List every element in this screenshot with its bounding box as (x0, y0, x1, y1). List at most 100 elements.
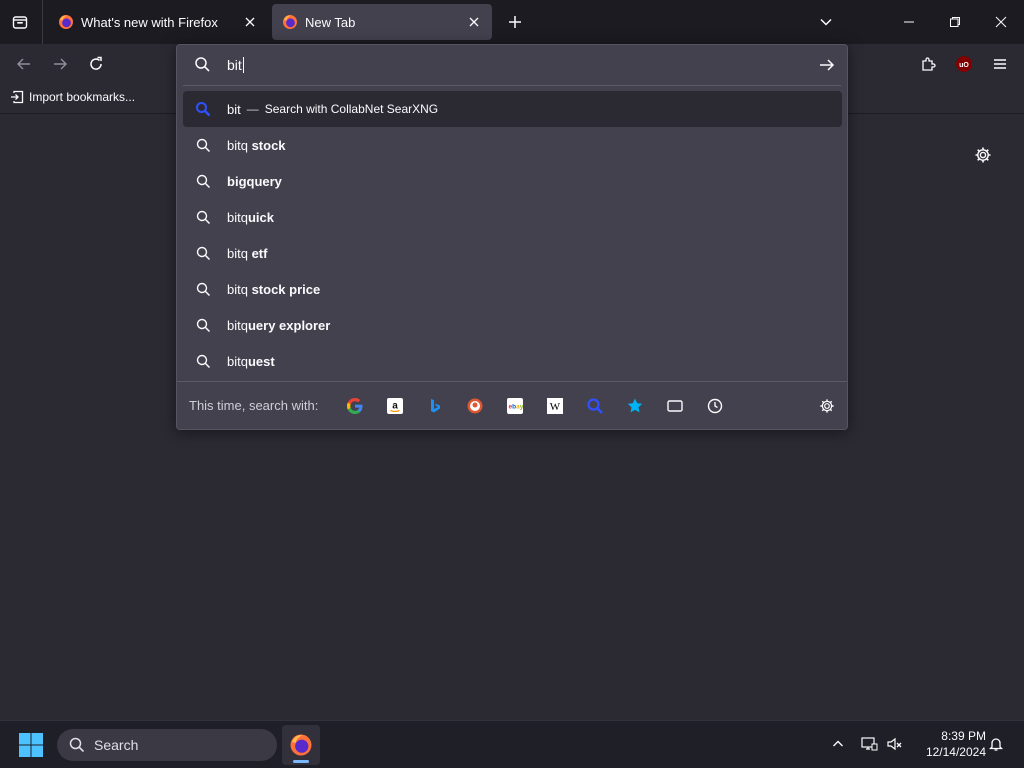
taskbar-search-box[interactable]: Search (57, 729, 277, 761)
ublock-origin-button[interactable]: uO (948, 48, 980, 80)
suggestion-item[interactable]: bitq uery explorer (183, 307, 842, 343)
suggestion-item[interactable]: bitq stock price (183, 271, 842, 307)
windows-logo-icon (19, 733, 43, 757)
taskbar-clock[interactable]: 8:39 PM 12/14/2024 (912, 728, 986, 760)
network-icon (861, 737, 878, 751)
suggestion-completion: gquery (238, 173, 282, 189)
result-typed-text: bit (227, 101, 241, 117)
puzzle-icon (922, 57, 936, 71)
bing-icon[interactable] (423, 394, 447, 418)
windows-taskbar: Search 8:39 PM 12/14/2024 (0, 720, 1024, 768)
taskbar-search-label: Search (94, 737, 139, 753)
suggestion-item[interactable]: bitq etf (183, 235, 842, 271)
suggestion-completion: uest (247, 353, 275, 369)
search-icon (195, 173, 211, 189)
hamburger-menu-icon (994, 59, 1006, 69)
history-icon[interactable] (703, 394, 727, 418)
divider (183, 85, 841, 86)
svg-text:uO: uO (959, 62, 969, 69)
search-icon (194, 56, 211, 78)
search-icon (69, 737, 85, 753)
tab-whats-new[interactable]: What's new with Firefox (48, 4, 268, 40)
import-icon (11, 90, 24, 104)
bell-icon (988, 738, 1004, 751)
duckduckgo-icon[interactable] (463, 394, 487, 418)
plus-icon (509, 16, 521, 28)
suggestion-typed: bi (227, 173, 239, 189)
start-button[interactable] (18, 732, 44, 758)
suggestion-item[interactable]: bitq stock (183, 127, 842, 163)
list-all-tabs-button[interactable] (812, 8, 840, 36)
ebay-icon[interactable]: ebay (503, 394, 527, 418)
search-engine-result[interactable]: bit — Search with CollabNet SearXNG (183, 91, 842, 127)
searxng-icon (195, 101, 211, 117)
search-settings-button[interactable] (817, 396, 837, 416)
search-icon (195, 353, 211, 369)
google-icon[interactable] (343, 394, 367, 418)
customize-new-tab-button[interactable] (970, 142, 996, 168)
volume-button[interactable] (884, 733, 906, 755)
tab-new-tab[interactable]: New Tab (272, 4, 492, 40)
arrow-right-icon (820, 59, 835, 71)
go-button[interactable] (817, 55, 837, 75)
bookmarks-icon[interactable] (623, 394, 647, 418)
close-tab-icon[interactable] (464, 12, 484, 32)
close-tab-icon[interactable] (240, 12, 260, 32)
suggestion-typed: bitq (227, 209, 248, 225)
minimize-button[interactable] (886, 0, 932, 44)
app-menu-button[interactable] (984, 48, 1016, 80)
suggestion-item[interactable]: bi gquery (183, 163, 842, 199)
suggestion-typed: bitq (227, 317, 248, 333)
close-window-button[interactable] (978, 0, 1024, 44)
suggestion-typed: bitq (227, 137, 248, 153)
suggestion-completion: stock (247, 137, 286, 153)
suggestion-typed: bitq (227, 245, 248, 261)
searxng-icon[interactable] (583, 394, 607, 418)
suggestion-completion: uick (247, 209, 274, 225)
active-app-indicator (293, 760, 309, 763)
restore-button[interactable] (932, 0, 978, 44)
ublock-origin-icon: uO (956, 56, 972, 72)
one-off-search-bar: This time, search with: a ebay W (177, 382, 847, 430)
search-icon (195, 209, 211, 225)
gear-icon (975, 147, 991, 163)
result-separator: — (246, 102, 259, 116)
back-button[interactable] (8, 48, 40, 80)
import-bookmarks-button[interactable]: Import bookmarks... (10, 90, 135, 104)
extensions-button[interactable] (912, 48, 944, 80)
amazon-icon[interactable]: a (383, 394, 407, 418)
forward-arrow-icon (54, 58, 67, 70)
svg-text:ebay: ebay (509, 404, 524, 411)
clock-time: 8:39 PM (941, 729, 986, 743)
forward-button[interactable] (44, 48, 76, 80)
back-arrow-icon (17, 58, 30, 70)
suggestion-item[interactable]: bitq uick (183, 199, 842, 235)
tabs-icon[interactable] (663, 394, 687, 418)
svg-text:a: a (392, 401, 398, 412)
taskbar-firefox-button[interactable] (282, 725, 320, 765)
reload-button[interactable] (80, 48, 112, 80)
suggestion-list: bit — Search with CollabNet SearXNG bitq… (183, 91, 842, 379)
close-icon (995, 16, 1007, 28)
search-icon (195, 137, 211, 153)
wikipedia-icon[interactable]: W (543, 394, 567, 418)
restore-icon (950, 17, 960, 27)
suggestion-item[interactable]: bitq uest (183, 343, 842, 379)
show-hidden-icons-button[interactable] (827, 733, 849, 755)
suggestion-typed: bitq (227, 353, 248, 369)
network-button[interactable] (858, 733, 880, 755)
chevron-up-icon (833, 740, 843, 747)
firefox-view-button[interactable] (4, 6, 36, 38)
firefox-icon (290, 734, 312, 756)
new-tab-button[interactable] (501, 8, 529, 36)
address-bar-popup: bit bit — Search with CollabNet SearXNG … (176, 44, 848, 430)
address-input[interactable]: bit (227, 56, 244, 74)
reload-icon (90, 56, 102, 70)
search-icon (195, 281, 211, 297)
tab-strip: What's new with Firefox New Tab (0, 0, 1024, 44)
text-caret (242, 57, 244, 73)
notifications-button[interactable] (985, 733, 1007, 755)
chevron-down-icon (820, 18, 832, 26)
volume-muted-icon (887, 737, 902, 751)
suggestion-completion: uery explorer (247, 317, 331, 333)
